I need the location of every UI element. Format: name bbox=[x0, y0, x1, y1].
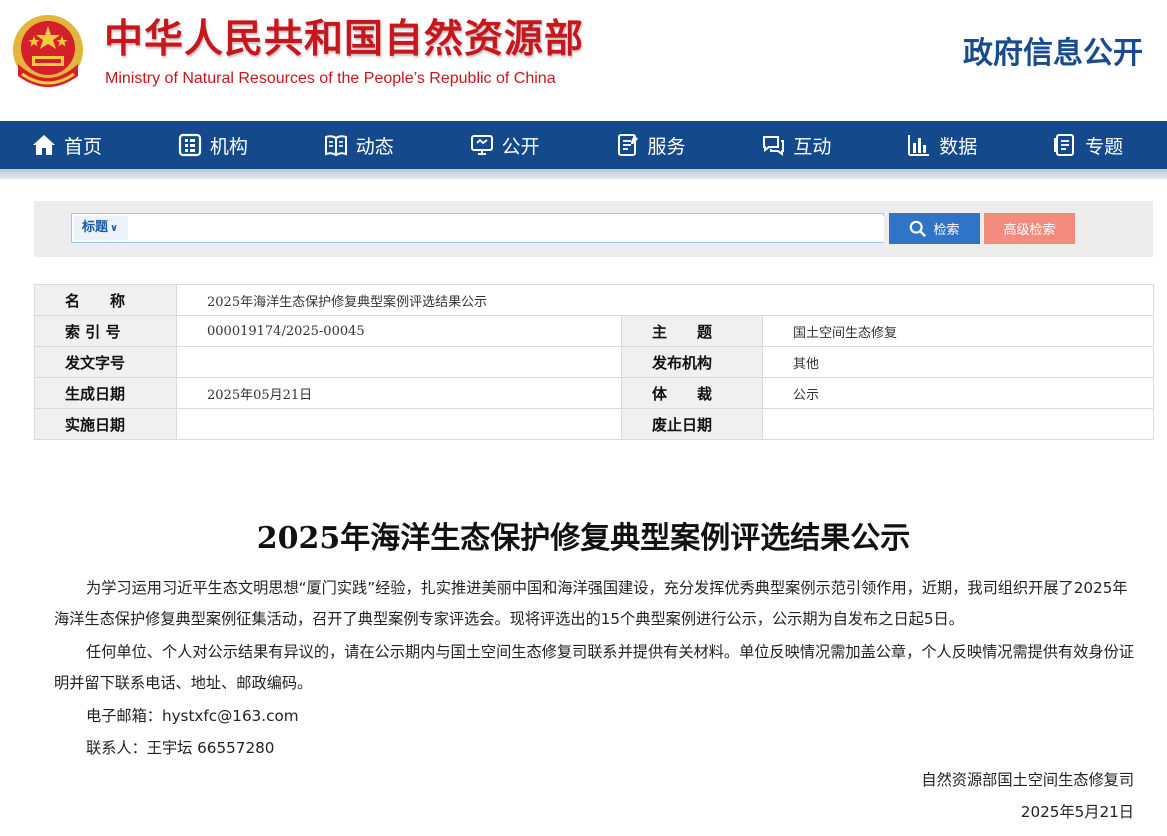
search-button-label: 检索 bbox=[933, 222, 960, 237]
site-header: 中华人民共和国自然资源部 Ministry of Natural Resourc… bbox=[0, 0, 1167, 121]
search-icon bbox=[910, 220, 927, 237]
nav-shadow bbox=[0, 169, 1167, 179]
created-value: 2025年05月21日 bbox=[176, 377, 622, 409]
search-field-select[interactable]: 标题 ∨ bbox=[74, 216, 128, 240]
signature-date: 2025年5月21日 bbox=[1020, 803, 1134, 821]
gov-info-public-title[interactable]: 政府信息公开 bbox=[963, 28, 1143, 72]
article-paragraph-2: 任何单位、个人对公示结果有异议的，请在公示期内与国土空间生态修复司联系并提供有关… bbox=[54, 643, 1134, 692]
organization-icon bbox=[178, 133, 201, 157]
bar-chart-icon bbox=[908, 135, 930, 156]
nav-item-home[interactable]: 首页 bbox=[0, 121, 146, 169]
index-value: 000019174/2025-00045 bbox=[176, 315, 622, 347]
nav-item-label: 公开 bbox=[501, 135, 540, 158]
search-box: 标题 ∨ bbox=[71, 213, 884, 243]
nav-item-label: 互动 bbox=[793, 135, 832, 158]
article-title: 2025年海洋生态保护修复典型案例评选结果公示 bbox=[256, 521, 911, 556]
expire-value bbox=[762, 408, 1154, 440]
topic-icon bbox=[1054, 134, 1075, 156]
search-field-label: 标题 bbox=[82, 220, 109, 235]
issuer-value: 其他 bbox=[762, 346, 1154, 378]
article-paragraph-1: 为学习运用习近平生态文明思想“厦门实践”经验，扎实推进美丽中国和海洋强国建设，充… bbox=[54, 579, 1128, 628]
name-value: 2025年海洋生态保护修复典型案例评选结果公示 bbox=[176, 284, 1154, 316]
subject-value: 国土空间生态修复 bbox=[762, 315, 1154, 347]
effective-value bbox=[176, 408, 622, 440]
signature-department: 自然资源部国土空间生态修复司 bbox=[921, 771, 1134, 789]
table-row: 名 称 2025年海洋生态保护修复典型案例评选结果公示 bbox=[34, 284, 1154, 316]
table-row: 实施日期 废止日期 bbox=[34, 408, 1154, 440]
nav-item-label: 数据 bbox=[939, 135, 978, 158]
nav-item-label: 服务 bbox=[647, 135, 686, 158]
issuer-label: 发布机构 bbox=[621, 346, 763, 378]
nav-item-label: 动态 bbox=[355, 135, 394, 158]
subject-label: 主 题 bbox=[621, 315, 763, 347]
doc-no-label: 发文字号 bbox=[34, 346, 177, 378]
main-nav: 首页 机构 动态 公开 服务 互动 数据 专题 bbox=[0, 121, 1167, 169]
effective-label: 实施日期 bbox=[34, 408, 177, 440]
chevron-down-icon: ∨ bbox=[110, 223, 119, 234]
table-row: 发文字号 发布机构 其他 bbox=[34, 346, 1154, 378]
search-bar: 标题 ∨ 检索 高级检索 bbox=[34, 201, 1153, 257]
ministry-title-cn[interactable]: 中华人民共和国自然资源部 bbox=[104, 14, 584, 66]
doc-no-value bbox=[176, 346, 622, 378]
advanced-search-button[interactable]: 高级检索 bbox=[984, 213, 1075, 244]
expire-label: 废止日期 bbox=[621, 408, 763, 440]
index-label: 索 引 号 bbox=[34, 315, 177, 347]
table-row: 生成日期 2025年05月21日 体 裁 公示 bbox=[34, 377, 1154, 409]
chat-icon bbox=[763, 136, 785, 156]
monitor-icon bbox=[470, 135, 493, 155]
nav-item-topic[interactable]: 专题 bbox=[1021, 121, 1167, 169]
nav-item-data[interactable]: 数据 bbox=[875, 121, 1021, 169]
nav-item-label: 首页 bbox=[64, 135, 103, 158]
nav-item-public[interactable]: 公开 bbox=[438, 121, 584, 169]
nav-item-interaction[interactable]: 互动 bbox=[729, 121, 875, 169]
search-button[interactable]: 检索 bbox=[889, 213, 980, 244]
genre-value: 公示 bbox=[762, 377, 1154, 409]
book-icon bbox=[324, 135, 347, 157]
created-label: 生成日期 bbox=[34, 377, 177, 409]
table-row: 索 引 号 000019174/2025-00045 主 题 国土空间生态修复 bbox=[34, 315, 1154, 347]
name-label: 名 称 bbox=[34, 284, 177, 316]
form-icon bbox=[617, 134, 638, 156]
document-info-table: 名 称 2025年海洋生态保护修复典型案例评选结果公示 索 引 号 000019… bbox=[34, 284, 1154, 440]
search-input[interactable] bbox=[130, 216, 884, 242]
advanced-search-label: 高级检索 bbox=[1003, 222, 1056, 237]
nav-item-service[interactable]: 服务 bbox=[584, 121, 730, 169]
nav-item-organization[interactable]: 机构 bbox=[146, 121, 292, 169]
nav-item-news[interactable]: 动态 bbox=[292, 121, 438, 169]
nav-item-label: 机构 bbox=[209, 135, 248, 158]
contact-person: 联系人：王宇坛 66557280 bbox=[86, 739, 275, 757]
nav-item-label: 专题 bbox=[1085, 135, 1124, 158]
contact-email: 电子邮箱：hystxfc@163.com bbox=[86, 707, 299, 725]
home-icon bbox=[33, 135, 55, 155]
ministry-title-en[interactable]: Ministry of Natural Resources of the Peo… bbox=[105, 70, 556, 88]
national-emblem-icon[interactable] bbox=[8, 12, 88, 94]
genre-label: 体 裁 bbox=[621, 377, 763, 409]
